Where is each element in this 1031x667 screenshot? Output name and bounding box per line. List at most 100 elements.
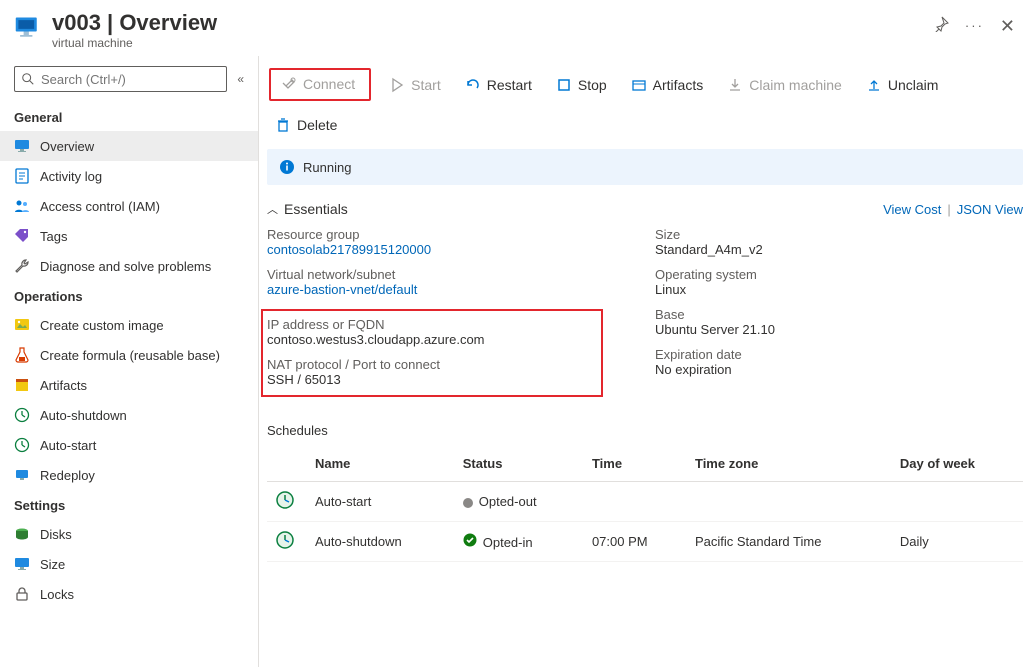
row-tz: Pacific Standard Time xyxy=(687,522,892,562)
resource-group-label: Resource group xyxy=(267,227,635,242)
row-status: Opted-out xyxy=(479,494,537,509)
nav-group-settings: Settings xyxy=(0,490,258,519)
sidebar-item-locks[interactable]: Locks xyxy=(0,579,258,609)
tag-icon xyxy=(14,228,30,244)
view-cost-link[interactable]: View Cost xyxy=(883,202,941,217)
upload-icon xyxy=(866,77,882,93)
sidebar-item-label: Auto-shutdown xyxy=(40,408,127,423)
connect-icon xyxy=(281,76,297,92)
sidebar-item-auto-start[interactable]: Auto-start xyxy=(0,430,258,460)
col-dayofweek: Day of week xyxy=(892,446,1023,482)
row-name: Auto-shutdown xyxy=(307,522,455,562)
monitor-icon xyxy=(14,556,30,572)
expiration-value: No expiration xyxy=(655,362,1023,377)
search-input[interactable] xyxy=(41,72,220,87)
sidebar-item-tags[interactable]: Tags xyxy=(0,221,258,251)
main-content: Connect Start Restart Stop Artifacts xyxy=(259,56,1031,667)
more-icon[interactable]: ··· xyxy=(965,18,984,33)
sidebar-item-overview[interactable]: Overview xyxy=(0,131,258,161)
size-value: Standard_A4m_v2 xyxy=(655,242,1023,257)
row-time xyxy=(584,482,687,522)
artifacts-button[interactable]: Artifacts xyxy=(625,73,710,97)
status-banner: Running xyxy=(267,149,1023,185)
delete-button[interactable]: Delete xyxy=(269,113,343,137)
vnet-label: Virtual network/subnet xyxy=(267,267,635,282)
lock-icon xyxy=(14,586,30,602)
restart-icon xyxy=(465,77,481,93)
sidebar-item-label: Disks xyxy=(40,527,72,542)
connect-button[interactable]: Connect xyxy=(275,72,361,96)
blade-header: v003 | Overview virtual machine ··· ✕ xyxy=(0,0,1031,56)
ip-value: contoso.westus3.cloudapp.azure.com xyxy=(267,332,591,347)
sidebar-item-label: Size xyxy=(40,557,65,572)
sidebar-item-auto-shutdown[interactable]: Auto-shutdown xyxy=(0,400,258,430)
sidebar-item-size[interactable]: Size xyxy=(0,549,258,579)
page-title: v003 | Overview xyxy=(52,10,933,36)
search-icon xyxy=(21,72,35,86)
clock-icon xyxy=(275,538,295,553)
start-button[interactable]: Start xyxy=(383,73,447,97)
check-icon xyxy=(463,533,477,547)
sidebar-item-diagnose[interactable]: Diagnose and solve problems xyxy=(0,251,258,281)
sidebar-item-create-formula[interactable]: Create formula (reusable base) xyxy=(0,340,258,370)
flask-icon xyxy=(14,347,30,363)
sidebar-item-iam[interactable]: Access control (IAM) xyxy=(0,191,258,221)
base-value: Ubuntu Server 21.10 xyxy=(655,322,1023,337)
nat-value: SSH / 65013 xyxy=(267,372,591,387)
sidebar-item-activity-log[interactable]: Activity log xyxy=(0,161,258,191)
clock-icon xyxy=(14,437,30,453)
json-view-link[interactable]: JSON View xyxy=(957,202,1023,217)
nav-group-general: General xyxy=(0,102,258,131)
col-name: Name xyxy=(307,446,455,482)
col-timezone: Time zone xyxy=(687,446,892,482)
table-row[interactable]: Auto-shutdown Opted-in 07:00 PM Pacific … xyxy=(267,522,1023,562)
collapse-sidebar-icon[interactable]: « xyxy=(233,68,248,90)
col-status: Status xyxy=(455,446,584,482)
row-status: Opted-in xyxy=(483,535,533,550)
sidebar-item-artifacts[interactable]: Artifacts xyxy=(0,370,258,400)
expiration-label: Expiration date xyxy=(655,347,1023,362)
os-label: Operating system xyxy=(655,267,1023,282)
row-time: 07:00 PM xyxy=(584,522,687,562)
close-icon[interactable]: ✕ xyxy=(1000,17,1015,35)
sidebar-item-create-custom-image[interactable]: Create custom image xyxy=(0,310,258,340)
unclaim-button[interactable]: Unclaim xyxy=(860,73,945,97)
sidebar-item-label: Create formula (reusable base) xyxy=(40,348,220,363)
pin-icon[interactable] xyxy=(933,16,949,35)
clock-icon xyxy=(275,498,295,513)
info-icon xyxy=(279,159,295,175)
stop-icon xyxy=(556,77,572,93)
sidebar-item-label: Access control (IAM) xyxy=(40,199,160,214)
package-icon xyxy=(631,77,647,93)
sidebar-item-label: Artifacts xyxy=(40,378,87,393)
sidebar: « General Overview Activity log Access c… xyxy=(0,56,259,667)
stop-button[interactable]: Stop xyxy=(550,73,613,97)
sidebar-item-label: Create custom image xyxy=(40,318,164,333)
image-icon xyxy=(14,317,30,333)
sidebar-item-label: Activity log xyxy=(40,169,102,184)
base-label: Base xyxy=(655,307,1023,322)
sidebar-item-label: Overview xyxy=(40,139,94,154)
search-input-wrapper[interactable] xyxy=(14,66,227,92)
sidebar-item-label: Tags xyxy=(40,229,67,244)
table-row[interactable]: Auto-start Opted-out xyxy=(267,482,1023,522)
essentials-toggle[interactable]: ︿ Essentials xyxy=(267,201,348,217)
log-icon xyxy=(14,168,30,184)
highlighted-connection-info: IP address or FQDN contoso.westus3.cloud… xyxy=(261,309,603,397)
resource-group-value[interactable]: contosolab21789915120000 xyxy=(267,242,635,257)
restart-button[interactable]: Restart xyxy=(459,73,538,97)
chevron-up-icon: ︿ xyxy=(267,201,278,217)
vnet-value[interactable]: azure-bastion-vnet/default xyxy=(267,282,635,297)
size-label: Size xyxy=(655,227,1023,242)
sidebar-item-redeploy[interactable]: Redeploy xyxy=(0,460,258,490)
ip-label: IP address or FQDN xyxy=(267,317,591,332)
trash-icon xyxy=(275,117,291,133)
nat-label: NAT protocol / Port to connect xyxy=(267,357,591,372)
command-bar: Connect Start Restart Stop Artifacts xyxy=(259,56,1031,149)
sidebar-item-disks[interactable]: Disks xyxy=(0,519,258,549)
nav-group-operations: Operations xyxy=(0,281,258,310)
claim-button[interactable]: Claim machine xyxy=(721,73,848,97)
os-value: Linux xyxy=(655,282,1023,297)
clock-icon xyxy=(14,407,30,423)
row-name: Auto-start xyxy=(307,482,455,522)
